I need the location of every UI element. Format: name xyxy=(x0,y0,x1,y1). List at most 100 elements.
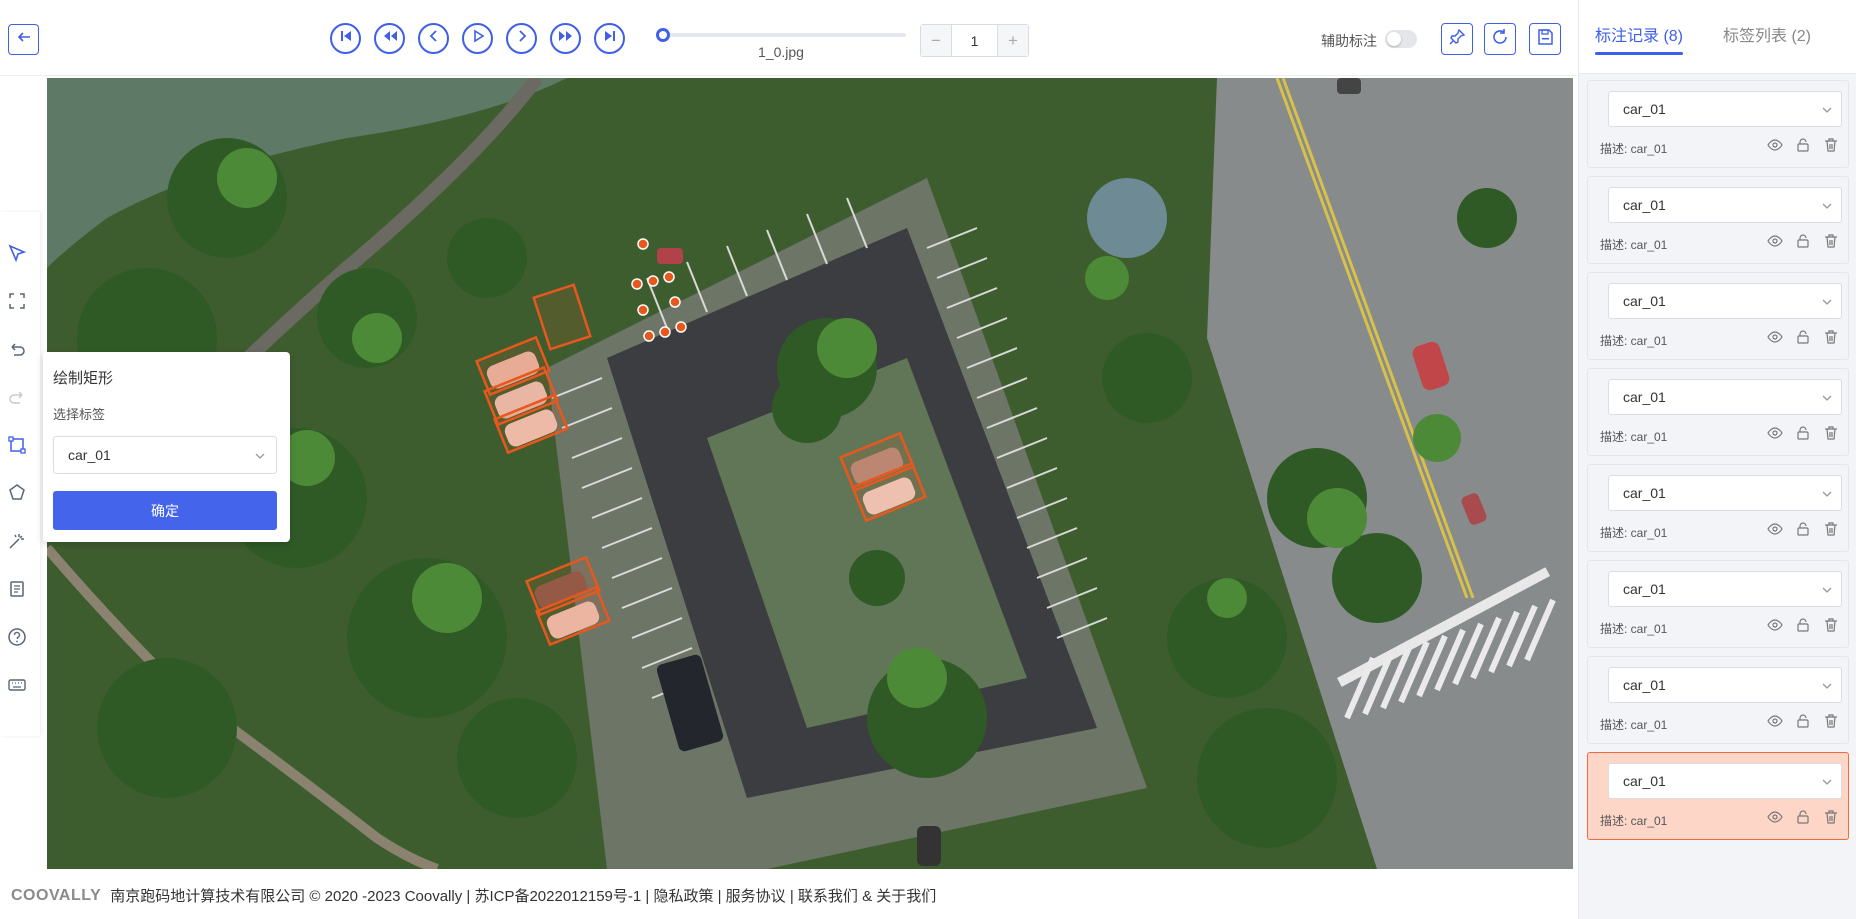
record-label-value: car_01 xyxy=(1623,581,1666,597)
help-tool[interactable] xyxy=(6,627,28,650)
skip-first-icon xyxy=(339,29,353,48)
eye-icon[interactable] xyxy=(1766,328,1784,346)
lock-icon[interactable] xyxy=(1794,232,1812,250)
eye-icon[interactable] xyxy=(1766,808,1784,826)
chevron-down-icon xyxy=(254,449,266,465)
annotation-record[interactable]: car_01 描述: car_01 xyxy=(1587,464,1849,552)
eye-icon[interactable] xyxy=(1766,424,1784,442)
rectangle-tool[interactable] xyxy=(6,292,28,314)
file-name: 1_0.jpg xyxy=(758,44,804,60)
confirm-button[interactable]: 确定 xyxy=(53,491,277,530)
back-icon xyxy=(16,29,32,50)
chevron-down-icon xyxy=(1821,487,1833,503)
select-tool[interactable] xyxy=(6,243,28,268)
magic-wand-tool[interactable] xyxy=(6,532,28,554)
record-description: 描述: car_01 xyxy=(1600,622,1668,636)
record-label-value: car_01 xyxy=(1623,197,1666,213)
record-label-select[interactable]: car_01 xyxy=(1608,571,1842,607)
lock-icon[interactable] xyxy=(1794,136,1812,154)
trash-icon[interactable] xyxy=(1822,424,1840,442)
panel-title: 绘制矩形 xyxy=(53,370,114,387)
label-select-value: car_01 xyxy=(68,447,111,463)
play-button[interactable] xyxy=(462,23,493,54)
select-label-caption: 选择标签 xyxy=(53,407,106,422)
record-description: 描述: car_01 xyxy=(1600,526,1668,540)
eye-icon[interactable] xyxy=(1766,520,1784,538)
annotation-record[interactable]: car_01 描述: car_01 xyxy=(1587,80,1849,168)
keyboard-tool[interactable] xyxy=(6,676,28,698)
skip-last-button[interactable] xyxy=(594,23,625,54)
record-label-select[interactable]: car_01 xyxy=(1608,763,1842,799)
brand-logo: COOVALLY xyxy=(11,886,102,904)
lock-icon[interactable] xyxy=(1794,616,1812,634)
back-button[interactable] xyxy=(8,24,39,55)
trash-icon[interactable] xyxy=(1822,136,1840,154)
active-tab-indicator xyxy=(1595,52,1683,55)
annotation-record[interactable]: car_01 描述: car_01 xyxy=(1587,656,1849,744)
aux-annotation-toggle[interactable] xyxy=(1385,30,1417,48)
tool-sidebar xyxy=(0,212,40,736)
annotation-record[interactable]: car_01 描述: car_01 xyxy=(1587,560,1849,648)
annotation-record[interactable]: car_01 描述: car_01 xyxy=(1587,752,1849,840)
decrement-button[interactable]: − xyxy=(921,25,951,56)
frame-stepper: − 1 + xyxy=(920,24,1029,57)
save-icon xyxy=(1536,28,1554,51)
fast-forward-button[interactable] xyxy=(550,23,581,54)
tab-labels[interactable]: 标签列表 (2) xyxy=(1723,22,1811,46)
record-description: 描述: car_01 xyxy=(1600,814,1668,828)
pin-icon xyxy=(1448,28,1466,51)
record-label-select[interactable]: car_01 xyxy=(1608,91,1842,127)
slider-handle[interactable] xyxy=(656,28,670,42)
eye-icon[interactable] xyxy=(1766,616,1784,634)
next-button[interactable] xyxy=(506,23,537,54)
record-label-select[interactable]: car_01 xyxy=(1608,475,1842,511)
record-label-value: car_01 xyxy=(1623,293,1666,309)
lock-icon[interactable] xyxy=(1794,712,1812,730)
record-label-select[interactable]: car_01 xyxy=(1608,187,1842,223)
frame-input[interactable]: 1 xyxy=(951,25,998,56)
undo-tool[interactable] xyxy=(6,340,28,362)
lock-icon[interactable] xyxy=(1794,424,1812,442)
pin-button[interactable] xyxy=(1441,23,1473,55)
save-button[interactable] xyxy=(1529,23,1561,55)
play-icon xyxy=(471,29,485,48)
record-label-select[interactable]: car_01 xyxy=(1608,667,1842,703)
skip-first-button[interactable] xyxy=(330,23,361,54)
trash-icon[interactable] xyxy=(1822,328,1840,346)
tab-records[interactable]: 标注记录 (8) xyxy=(1595,22,1683,46)
top-toolbar: 1_0.jpg − 1 + 辅助标注 xyxy=(0,0,1577,76)
eye-icon[interactable] xyxy=(1766,712,1784,730)
trash-icon[interactable] xyxy=(1822,616,1840,634)
redo-tool[interactable] xyxy=(6,388,28,410)
progress-slider[interactable] xyxy=(656,28,906,42)
trash-icon[interactable] xyxy=(1822,520,1840,538)
record-label-value: car_01 xyxy=(1623,677,1666,693)
annotation-record[interactable]: car_01 描述: car_01 xyxy=(1587,176,1849,264)
lock-icon[interactable] xyxy=(1794,328,1812,346)
trash-icon[interactable] xyxy=(1822,712,1840,730)
chevron-down-icon xyxy=(1821,103,1833,119)
increment-button[interactable]: + xyxy=(998,25,1028,56)
prev-button[interactable] xyxy=(418,23,449,54)
crop-tool[interactable] xyxy=(6,435,28,458)
trash-icon[interactable] xyxy=(1822,808,1840,826)
eye-icon[interactable] xyxy=(1766,232,1784,250)
magic-wand-icon xyxy=(7,531,27,556)
fast-backward-button[interactable] xyxy=(374,23,405,54)
polygon-tool[interactable] xyxy=(6,483,28,506)
redo-icon xyxy=(7,387,27,412)
record-label-select[interactable]: car_01 xyxy=(1608,379,1842,415)
document-tool[interactable] xyxy=(6,580,28,602)
record-label-select[interactable]: car_01 xyxy=(1608,283,1842,319)
eye-icon[interactable] xyxy=(1766,136,1784,154)
annotation-record[interactable]: car_01 描述: car_01 xyxy=(1587,272,1849,360)
trash-icon[interactable] xyxy=(1822,232,1840,250)
annotation-record[interactable]: car_01 描述: car_01 xyxy=(1587,368,1849,456)
label-select[interactable]: car_01 xyxy=(53,436,277,474)
lock-icon[interactable] xyxy=(1794,808,1812,826)
undo-icon xyxy=(7,339,27,364)
select-icon xyxy=(7,243,27,268)
refresh-button[interactable] xyxy=(1484,23,1516,55)
lock-icon[interactable] xyxy=(1794,520,1812,538)
draw-rectangle-panel: 绘制矩形 选择标签 car_01 确定 xyxy=(43,352,290,542)
